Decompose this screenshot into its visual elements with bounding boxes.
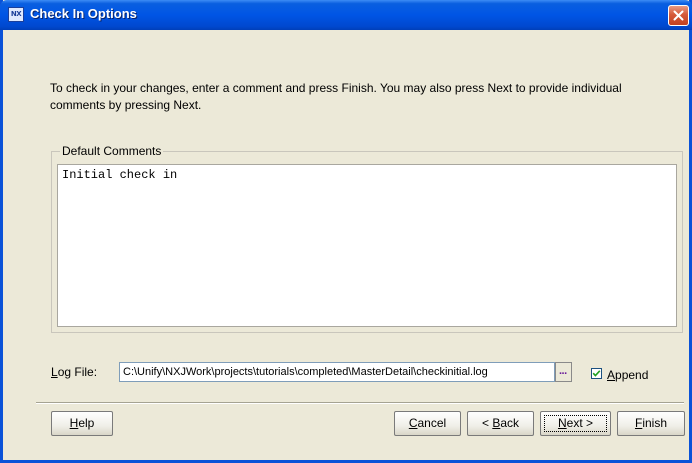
title-bar[interactable]: NX Check In Options: [0, 0, 692, 30]
ellipsis-icon: ...: [559, 365, 567, 377]
append-label[interactable]: Append: [607, 368, 648, 382]
nx-app-icon: NX: [8, 7, 24, 22]
close-icon: [673, 10, 684, 21]
append-checkbox[interactable]: [591, 368, 602, 379]
checkmark-icon: [592, 370, 601, 377]
window-title: Check In Options: [30, 6, 137, 21]
close-button[interactable]: [668, 5, 689, 26]
next-button[interactable]: Next >: [540, 411, 611, 436]
back-button[interactable]: < Back: [467, 411, 534, 436]
append-label-rest: ppend: [615, 368, 649, 382]
cancel-button[interactable]: Cancel: [394, 411, 461, 436]
back-prefix: <: [481, 416, 493, 430]
finish-button[interactable]: Finish: [617, 411, 685, 436]
default-comments-label: Default Comments: [60, 144, 164, 158]
log-file-label: Log File:: [51, 365, 97, 379]
log-file-label-rest: og File:: [57, 365, 98, 379]
check-in-options-dialog: NX Check In Options To check in your cha…: [0, 0, 692, 463]
separator: [36, 402, 684, 404]
finish-label-rest: inish: [642, 416, 668, 430]
log-file-mnemonic: L: [51, 365, 58, 379]
help-label-rest: elp: [78, 416, 95, 430]
cancel-label-rest: ancel: [417, 416, 447, 430]
help-button[interactable]: Help: [51, 411, 113, 436]
log-file-input[interactable]: C:\Unify\NXJWork\projects\tutorials\comp…: [119, 362, 555, 382]
default-comments-textarea[interactable]: Initial check in: [57, 164, 677, 327]
browse-log-file-button[interactable]: ...: [555, 362, 572, 382]
back-label-rest: ack: [500, 416, 520, 430]
default-comments-group: Default Comments Initial check in: [51, 144, 683, 333]
focus-ring: [544, 415, 607, 432]
append-mnemonic: A: [607, 368, 616, 382]
instructions-text: To check in your changes, enter a commen…: [50, 81, 622, 112]
